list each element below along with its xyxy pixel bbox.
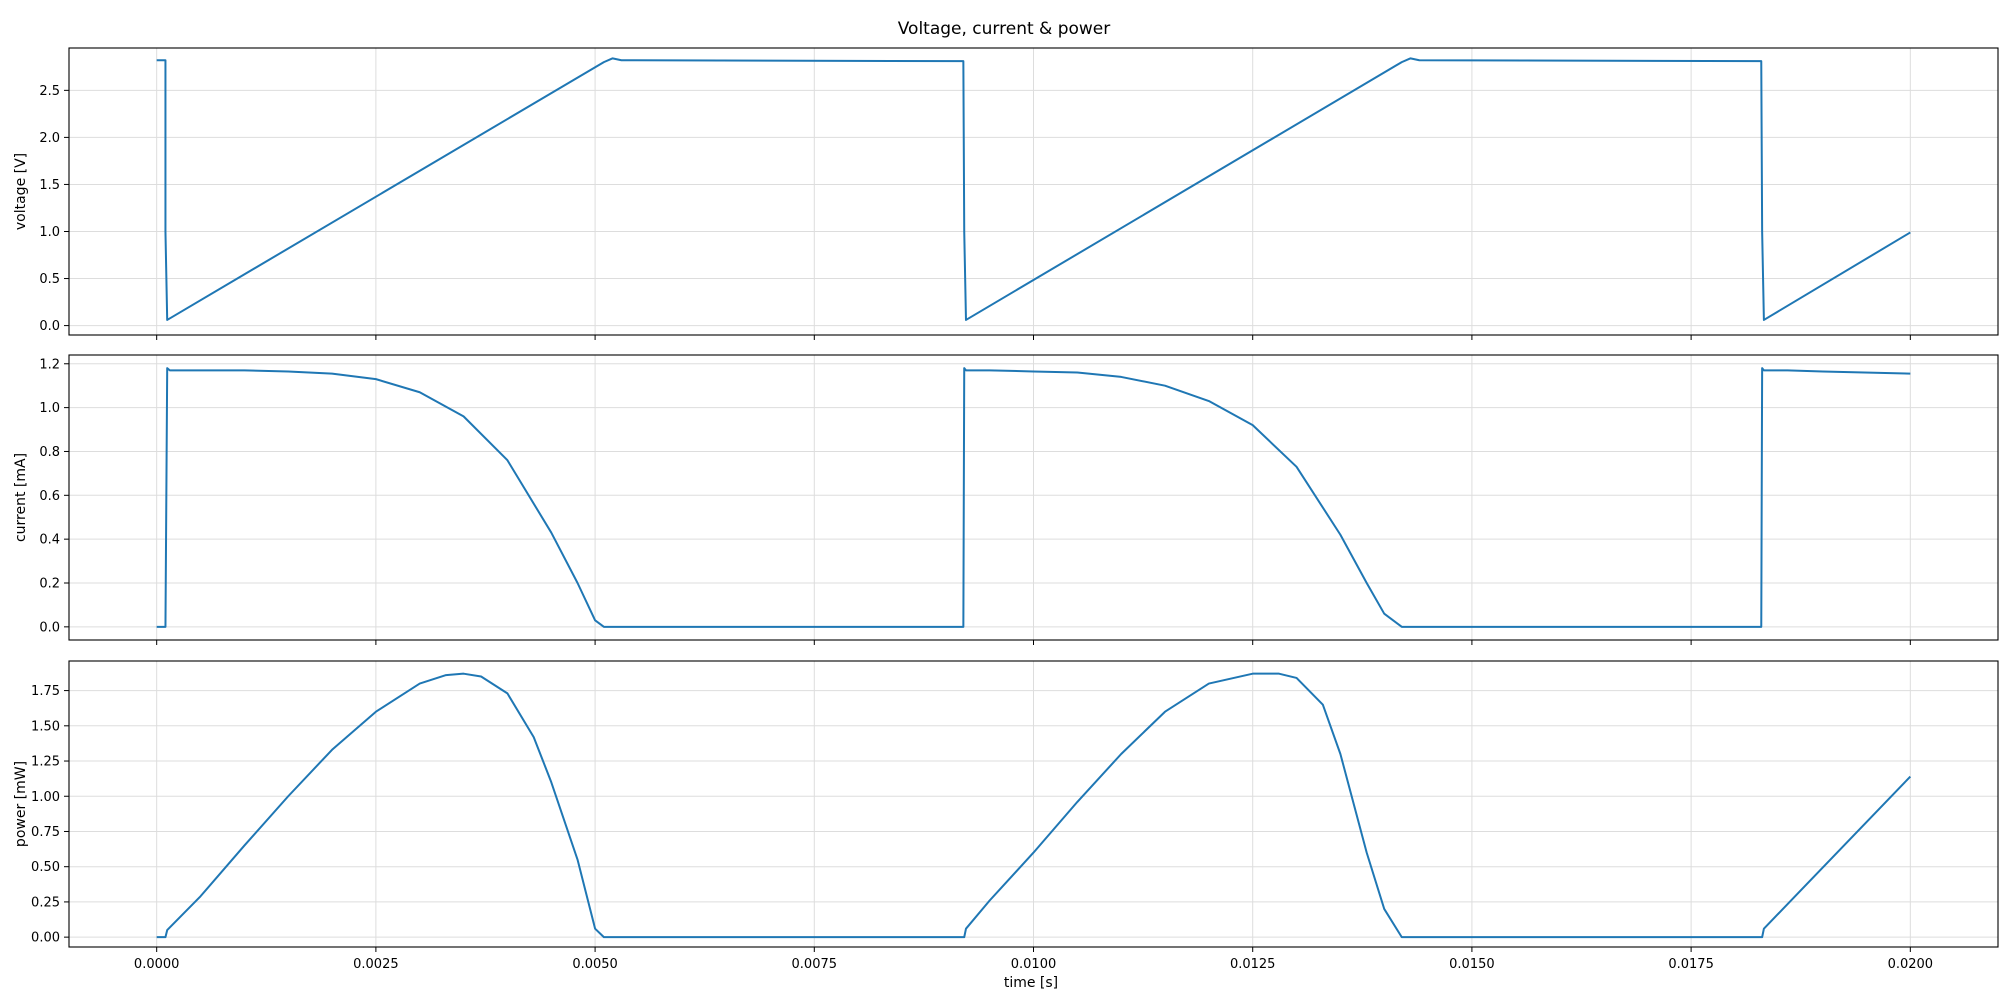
current-panel: 0.0 0.2 0.4 0.6 0.8 1.0 1.2 current [mA] bbox=[13, 354, 1999, 645]
x-tick-label: 0.0150 bbox=[1449, 957, 1495, 972]
x-tick-label: 0.0125 bbox=[1230, 957, 1276, 972]
power-y-tick-label: 1.75 bbox=[31, 684, 60, 699]
power-ticks: 0.0000 0.0025 0.0050 0.0075 0.0100 0.0125 0.01… bbox=[31, 684, 1933, 972]
x-tick-label: 0.0200 bbox=[1888, 957, 1934, 972]
power-y-tick-label: 1.50 bbox=[31, 719, 60, 734]
x-tick-label: 0.0025 bbox=[353, 957, 399, 972]
current-y-tick-label: 1.0 bbox=[39, 401, 60, 416]
current-ticks: 0.0 0.2 0.4 0.6 0.8 1.0 1.2 bbox=[39, 357, 1911, 645]
power-y-axis-label: power [mW] bbox=[13, 761, 29, 847]
voltage-y-tick-label: 1.5 bbox=[39, 178, 60, 193]
voltage-y-axis-label: voltage [V] bbox=[13, 153, 29, 230]
power-y-tick-label: 0.75 bbox=[31, 825, 60, 840]
figure: Voltage, current & power 0.0 0.5 1.0 1.5 2.0… bbox=[13, 19, 1999, 991]
power-y-tick-label: 0.50 bbox=[31, 860, 60, 875]
power-y-tick-label: 1.00 bbox=[31, 790, 60, 805]
figure-title: Voltage, current & power bbox=[898, 19, 1111, 39]
power-panel: 0.0000 0.0025 0.0050 0.0075 0.0100 0.0125 0.01… bbox=[13, 660, 1999, 991]
voltage-y-tick-label: 2.5 bbox=[39, 84, 60, 99]
power-y-tick-label: 1.25 bbox=[31, 755, 60, 770]
voltage-y-tick-label: 2.0 bbox=[39, 131, 60, 146]
voltage-grid bbox=[69, 48, 1998, 335]
current-y-axis-label: current [mA] bbox=[13, 453, 29, 542]
x-tick-label: 0.0075 bbox=[792, 957, 838, 972]
voltage-y-tick-label: 0.5 bbox=[39, 272, 60, 287]
current-y-tick-label: 0.8 bbox=[39, 445, 60, 460]
current-y-tick-label: 1.2 bbox=[39, 357, 60, 372]
voltage-y-tick-label: 1.0 bbox=[39, 225, 60, 240]
x-tick-label: 0.0050 bbox=[572, 957, 618, 972]
current-y-tick-label: 0.6 bbox=[39, 489, 60, 504]
power-y-tick-label: 0.25 bbox=[31, 895, 60, 910]
power-grid bbox=[69, 661, 1998, 947]
current-y-tick-label: 0.2 bbox=[39, 577, 60, 592]
voltage-panel: 0.0 0.5 1.0 1.5 2.0 2.5 voltage [V] bbox=[13, 47, 1999, 340]
power-y-tick-label: 0.00 bbox=[31, 931, 60, 946]
voltage-ticks: 0.0 0.5 1.0 1.5 2.0 2.5 bbox=[39, 84, 1911, 340]
current-y-tick-label: 0.4 bbox=[39, 533, 60, 548]
x-tick-label: 0.0000 bbox=[134, 957, 180, 972]
current-y-tick-label: 0.0 bbox=[39, 620, 60, 635]
x-tick-label: 0.0100 bbox=[1011, 957, 1057, 972]
x-tick-label: 0.0175 bbox=[1668, 957, 1714, 972]
current-grid bbox=[69, 355, 1998, 640]
voltage-y-tick-label: 0.0 bbox=[39, 319, 60, 334]
x-axis-label: time [s] bbox=[1004, 975, 1058, 991]
